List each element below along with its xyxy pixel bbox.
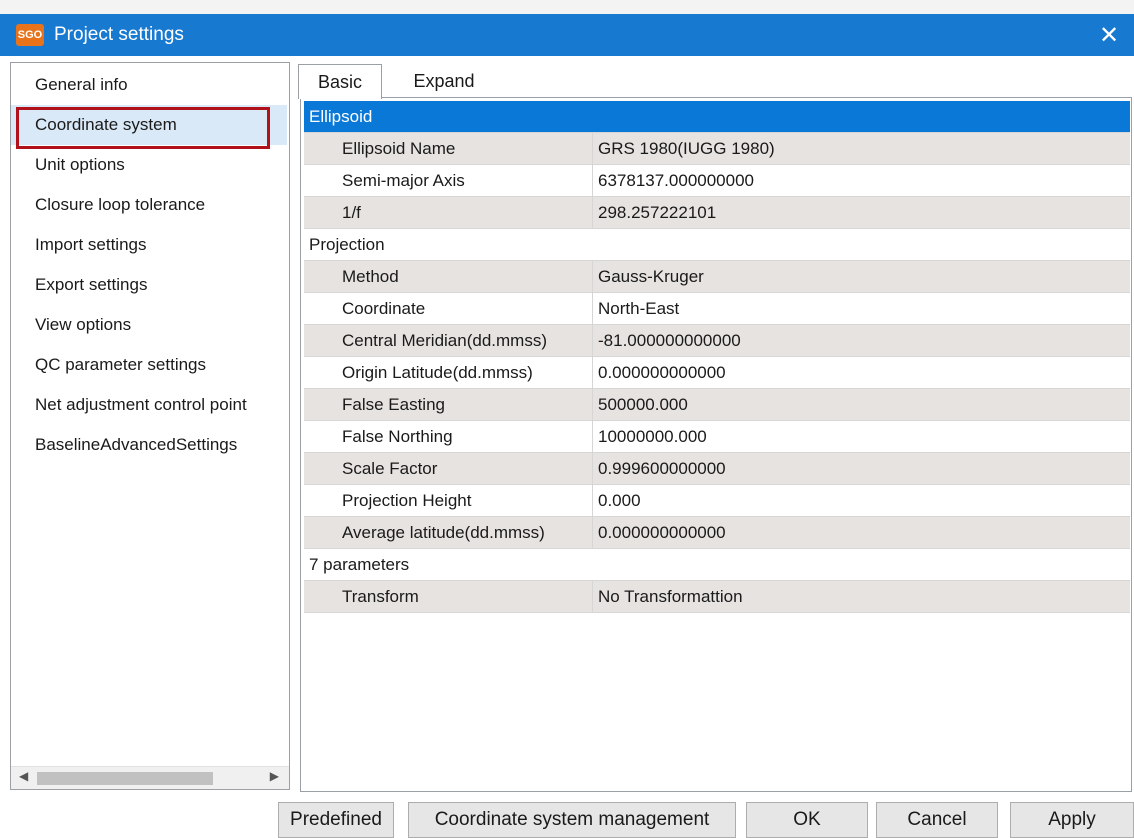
property-row[interactable]: False Northing 10000000.000 xyxy=(304,421,1130,453)
category-ellipsoid[interactable]: Ellipsoid xyxy=(304,101,1130,133)
property-label: Coordinate xyxy=(304,293,592,324)
property-label: Average latitude(dd.mmss) xyxy=(304,517,592,548)
sidebar-item-view-options[interactable]: View options xyxy=(11,305,287,345)
title-bar: SGO Project settings ✕ xyxy=(0,14,1134,56)
property-label: Transform xyxy=(304,581,592,612)
property-label: 1/f xyxy=(304,197,592,228)
property-label: Scale Factor xyxy=(304,453,592,484)
settings-category-list: General info Coordinate system Unit opti… xyxy=(10,62,290,790)
property-label: Ellipsoid Name xyxy=(304,133,592,164)
background-toolbar-strip xyxy=(0,0,1134,14)
property-value[interactable]: 0.000000000000 xyxy=(592,517,1130,548)
property-row[interactable]: 1/f 298.257222101 xyxy=(304,197,1130,229)
scroll-left-icon[interactable]: ◀ xyxy=(19,769,28,783)
property-label: False Easting xyxy=(304,389,592,420)
sidebar-item-import-settings[interactable]: Import settings xyxy=(11,225,287,265)
sidebar-item-export-settings[interactable]: Export settings xyxy=(11,265,287,305)
sidebar-item-unit-options[interactable]: Unit options xyxy=(11,145,287,185)
apply-button[interactable]: Apply xyxy=(1010,802,1134,838)
coordinate-system-management-button[interactable]: Coordinate system management xyxy=(408,802,736,838)
property-value[interactable]: 0.999600000000 xyxy=(592,453,1130,484)
property-value[interactable]: 6378137.000000000 xyxy=(592,165,1130,196)
property-value[interactable]: Gauss-Kruger xyxy=(592,261,1130,292)
property-row[interactable]: Average latitude(dd.mmss) 0.000000000000 xyxy=(304,517,1130,549)
property-row[interactable]: Ellipsoid Name GRS 1980(IUGG 1980) xyxy=(304,133,1130,165)
property-label: Projection Height xyxy=(304,485,592,516)
sidebar-item-general-info[interactable]: General info xyxy=(11,65,287,105)
property-label: Semi-major Axis xyxy=(304,165,592,196)
property-value[interactable]: 500000.000 xyxy=(592,389,1130,420)
property-row[interactable]: False Easting 500000.000 xyxy=(304,389,1130,421)
property-row[interactable]: Coordinate North-East xyxy=(304,293,1130,325)
property-label: Method xyxy=(304,261,592,292)
scroll-right-icon[interactable]: ▶ xyxy=(270,769,279,783)
property-row[interactable]: Transform No Transformattion xyxy=(304,581,1130,613)
sidebar-item-coordinate-system[interactable]: Coordinate system xyxy=(11,105,287,145)
property-label: Central Meridian(dd.mmss) xyxy=(304,325,592,356)
ok-button[interactable]: OK xyxy=(746,802,868,838)
horizontal-scrollbar[interactable]: ◀ ▶ xyxy=(11,766,289,789)
property-value[interactable]: 0.000 xyxy=(592,485,1130,516)
property-row[interactable]: Method Gauss-Kruger xyxy=(304,261,1130,293)
close-button[interactable]: ✕ xyxy=(1096,21,1122,49)
cancel-button[interactable]: Cancel xyxy=(876,802,998,838)
property-grid: Ellipsoid Ellipsoid Name GRS 1980(IUGG 1… xyxy=(300,97,1132,792)
app-logo-icon: SGO xyxy=(16,24,44,46)
sidebar-item-closure-loop-tolerance[interactable]: Closure loop tolerance xyxy=(11,185,287,225)
property-value[interactable]: 10000000.000 xyxy=(592,421,1130,452)
tab-basic[interactable]: Basic xyxy=(298,64,382,99)
property-value[interactable]: 0.000000000000 xyxy=(592,357,1130,388)
property-row[interactable]: Projection Height 0.000 xyxy=(304,485,1130,517)
scrollbar-thumb[interactable] xyxy=(37,772,213,785)
property-row[interactable]: Central Meridian(dd.mmss) -81.0000000000… xyxy=(304,325,1130,357)
property-value[interactable]: GRS 1980(IUGG 1980) xyxy=(592,133,1130,164)
property-label: False Northing xyxy=(304,421,592,452)
property-row[interactable]: Origin Latitude(dd.mmss) 0.000000000000 xyxy=(304,357,1130,389)
property-value[interactable]: -81.000000000000 xyxy=(592,325,1130,356)
property-label: Origin Latitude(dd.mmss) xyxy=(304,357,592,388)
property-value[interactable]: 298.257222101 xyxy=(592,197,1130,228)
property-row[interactable]: Scale Factor 0.999600000000 xyxy=(304,453,1130,485)
sidebar-item-net-adjustment-control-point[interactable]: Net adjustment control point xyxy=(11,385,287,425)
predefined-button[interactable]: Predefined xyxy=(278,802,394,838)
category-7-parameters[interactable]: 7 parameters xyxy=(304,549,1130,581)
property-row[interactable]: Semi-major Axis 6378137.000000000 xyxy=(304,165,1130,197)
property-value[interactable]: No Transformattion xyxy=(592,581,1130,612)
sidebar-item-qc-parameter-settings[interactable]: QC parameter settings xyxy=(11,345,287,385)
property-value[interactable]: North-East xyxy=(592,293,1130,324)
sidebar-item-baseline-advanced-settings[interactable]: BaselineAdvancedSettings xyxy=(11,425,287,465)
category-projection[interactable]: Projection xyxy=(304,229,1130,261)
tab-expand[interactable]: Expand xyxy=(394,64,494,98)
window-title: Project settings xyxy=(54,24,184,45)
close-icon: ✕ xyxy=(1098,21,1120,49)
